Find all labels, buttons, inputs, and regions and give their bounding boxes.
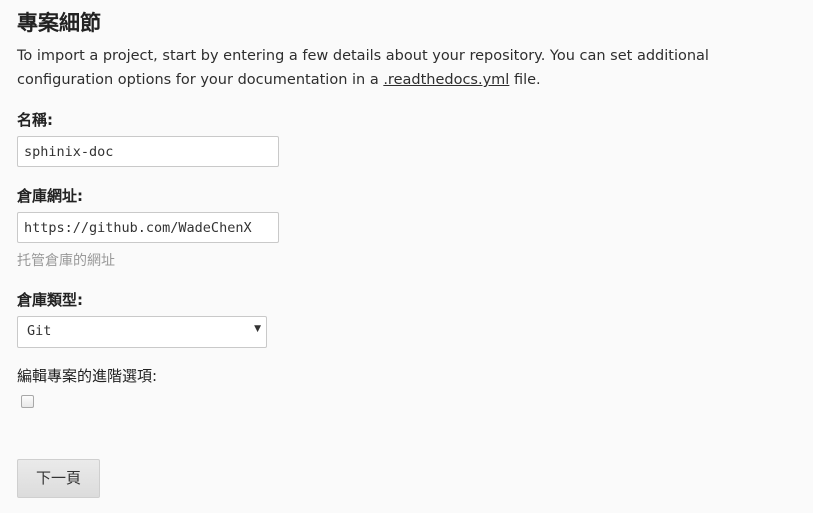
repo-type-selected-value: Git [27,323,52,339]
repo-url-help-text: 托管倉庫的網址 [17,253,115,269]
next-page-button[interactable]: 下一頁 [17,459,100,498]
repo-url-label: 倉庫網址: [17,187,83,205]
page-title: 專案細節 [17,11,101,35]
repo-url-input[interactable] [17,212,279,243]
advanced-options-checkbox[interactable] [21,395,34,408]
repo-type-label: 倉庫類型: [17,291,83,309]
intro-text-before: To import a project, start by entering a… [17,48,709,88]
name-label: 名稱: [17,111,53,129]
advanced-options-label: 編輯專案的進階選項: [17,367,158,385]
repo-type-select[interactable]: Git ▼ [17,316,267,348]
readthedocs-yml-link[interactable]: .readthedocs.yml [383,72,509,88]
intro-text: To import a project, start by entering a… [17,44,797,92]
dropdown-arrow-icon: ▼ [254,324,261,334]
name-input[interactable] [17,136,279,167]
project-details-page: 專案細節 To import a project, start by enter… [0,0,813,513]
intro-text-after: file. [509,72,541,88]
